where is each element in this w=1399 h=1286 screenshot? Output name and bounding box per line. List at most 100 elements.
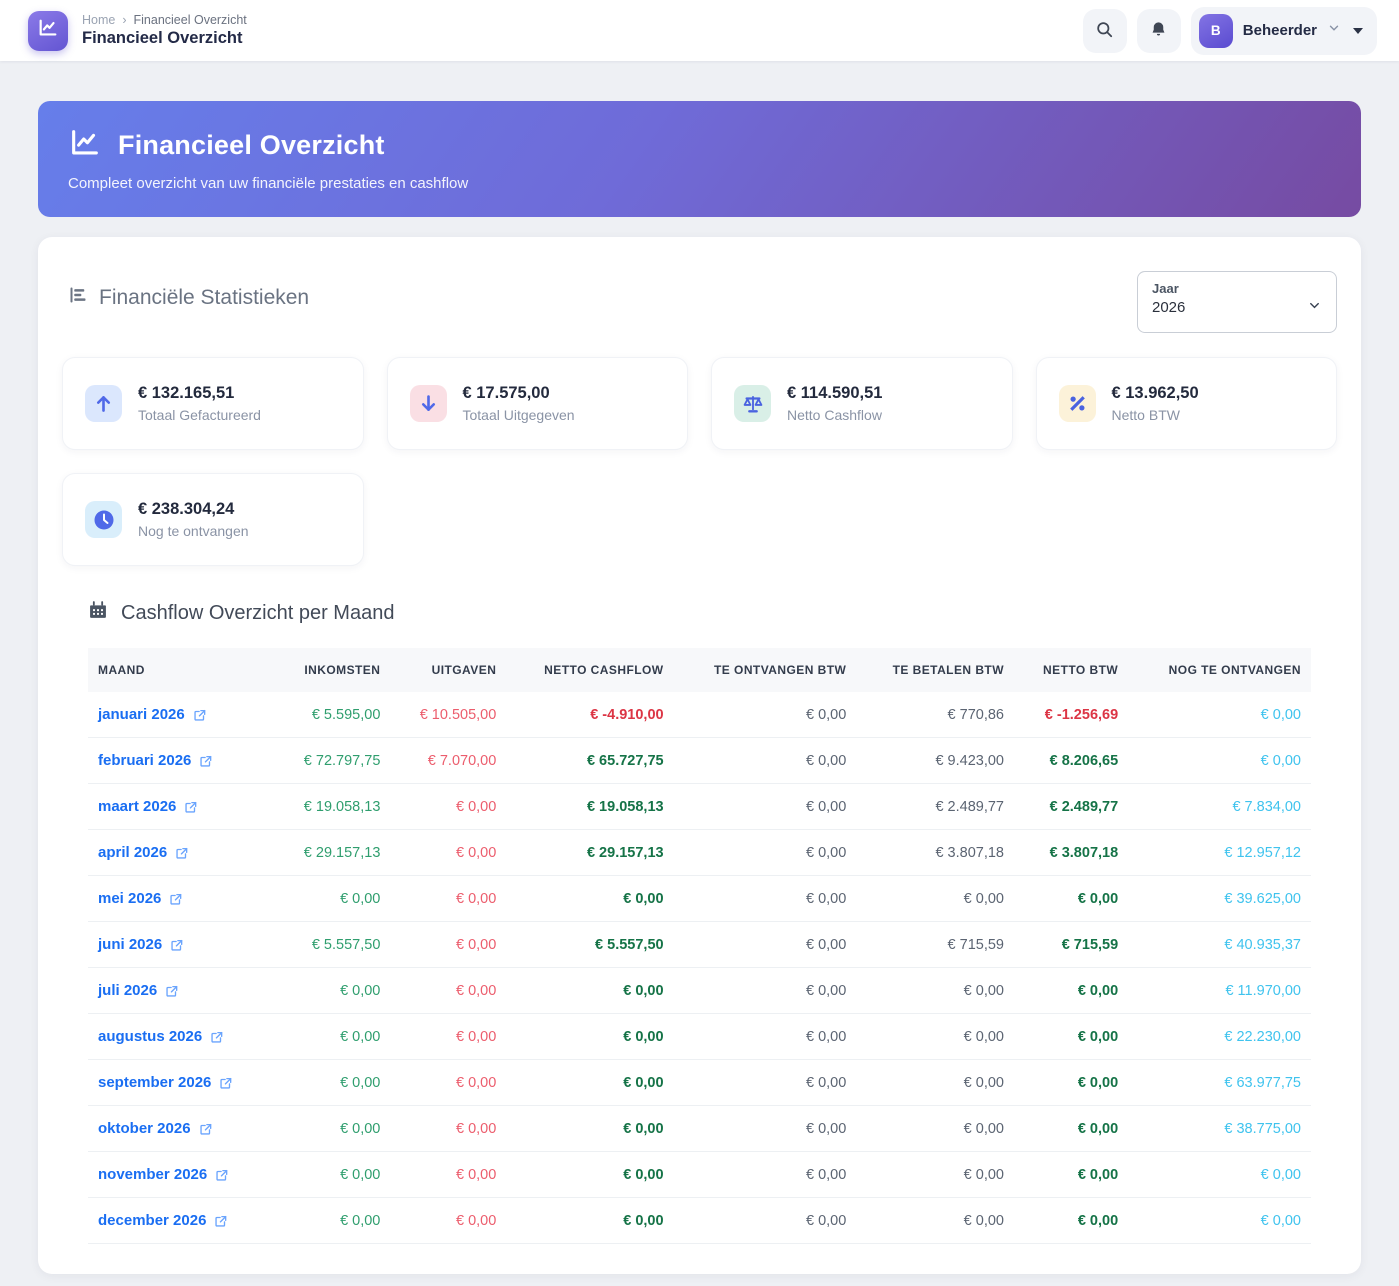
cell-netto-btw: € 715,59 <box>1014 922 1128 968</box>
cell-uitgaven: € 0,00 <box>390 876 506 922</box>
column-header: Te Betalen BTW <box>856 648 1014 692</box>
stat-card-netto-cashflow: € 114.590,51 Netto Cashflow <box>711 357 1013 450</box>
cell-nog-te-ontvangen: € 40.935,37 <box>1128 922 1311 968</box>
external-link-icon <box>175 846 189 860</box>
table-row: april 2026€ 29.157,13€ 0,00€ 29.157,13€ … <box>88 830 1311 876</box>
stat-label: Totaal Gefactureerd <box>138 407 261 423</box>
user-menu[interactable]: B Beheerder <box>1191 7 1377 55</box>
cell-maand: mei 2026 <box>88 876 274 922</box>
cell-uitgaven: € 0,00 <box>390 1152 506 1198</box>
month-link[interactable]: september 2026 <box>98 1074 233 1091</box>
banner-subtitle: Compleet overzicht van uw financiële pre… <box>68 175 1331 192</box>
top-navbar: Home › Financieel Overzicht Financieel O… <box>0 0 1399 61</box>
table-row: juli 2026€ 0,00€ 0,00€ 0,00€ 0,00€ 0,00€… <box>88 968 1311 1014</box>
cell-netto-cashflow: € 19.058,13 <box>506 784 673 830</box>
scale-icon <box>734 385 771 422</box>
month-link[interactable]: oktober 2026 <box>98 1120 213 1137</box>
month-link-label: december 2026 <box>98 1212 206 1229</box>
cell-nog-te-ontvangen: € 22.230,00 <box>1128 1014 1311 1060</box>
cell-netto-cashflow: € 0,00 <box>506 1106 673 1152</box>
cell-te-ontvangen-btw: € 0,00 <box>674 1014 857 1060</box>
month-link-label: oktober 2026 <box>98 1120 191 1137</box>
breadcrumb-home[interactable]: Home <box>82 13 115 27</box>
stat-label: Nog te ontvangen <box>138 523 249 539</box>
stats-heading: Financiële Statistieken <box>62 271 309 311</box>
month-link[interactable]: november 2026 <box>98 1166 229 1183</box>
chart-line-icon <box>37 17 59 44</box>
month-link[interactable]: augustus 2026 <box>98 1028 224 1045</box>
cell-te-betalen-btw: € 0,00 <box>856 876 1014 922</box>
cell-netto-btw: € 0,00 <box>1014 1152 1128 1198</box>
cell-maand: februari 2026 <box>88 738 274 784</box>
cell-uitgaven: € 7.070,00 <box>390 738 506 784</box>
cell-inkomsten: € 0,00 <box>274 1106 390 1152</box>
external-link-icon <box>199 1122 213 1136</box>
cell-netto-btw: € 2.489,77 <box>1014 784 1128 830</box>
month-link[interactable]: juli 2026 <box>98 982 179 999</box>
cell-inkomsten: € 0,00 <box>274 1152 390 1198</box>
cell-inkomsten: € 5.595,00 <box>274 692 390 738</box>
cell-inkomsten: € 0,00 <box>274 1060 390 1106</box>
cell-nog-te-ontvangen: € 63.977,75 <box>1128 1060 1311 1106</box>
cell-netto-cashflow: € 0,00 <box>506 1014 673 1060</box>
stat-value: € 238.304,24 <box>138 500 249 519</box>
cell-maand: augustus 2026 <box>88 1014 274 1060</box>
cell-maand: oktober 2026 <box>88 1106 274 1152</box>
cell-maand: april 2026 <box>88 830 274 876</box>
cell-uitgaven: € 0,00 <box>390 1060 506 1106</box>
month-link[interactable]: december 2026 <box>98 1212 228 1229</box>
cell-uitgaven: € 0,00 <box>390 1198 506 1244</box>
cell-maand: januari 2026 <box>88 692 274 738</box>
column-header: Uitgaven <box>390 648 506 692</box>
year-select-value: 2026 <box>1152 299 1322 316</box>
month-link[interactable]: maart 2026 <box>98 798 198 815</box>
cell-te-ontvangen-btw: € 0,00 <box>674 1198 857 1244</box>
month-link-label: maart 2026 <box>98 798 176 815</box>
month-link[interactable]: januari 2026 <box>98 706 207 723</box>
cell-netto-cashflow: € -4.910,00 <box>506 692 673 738</box>
year-select[interactable]: Jaar 2026 <box>1137 271 1337 333</box>
cell-inkomsten: € 29.157,13 <box>274 830 390 876</box>
stat-card-totaal-uitgegeven: € 17.575,00 Totaal Uitgegeven <box>387 357 689 450</box>
cashflow-table-body: januari 2026 € 5.595,00€ 10.505,00€ -4.91… <box>88 692 1311 1244</box>
notifications-button[interactable] <box>1137 9 1181 53</box>
cell-uitgaven: € 0,00 <box>390 1106 506 1152</box>
banner-title: Financieel Overzicht <box>118 130 385 161</box>
cell-uitgaven: € 10.505,00 <box>390 692 506 738</box>
cell-te-ontvangen-btw: € 0,00 <box>674 784 857 830</box>
month-link-label: augustus 2026 <box>98 1028 202 1045</box>
cell-nog-te-ontvangen: € 0,00 <box>1128 692 1311 738</box>
cell-nog-te-ontvangen: € 0,00 <box>1128 1152 1311 1198</box>
column-header: Netto Cashflow <box>506 648 673 692</box>
month-link-label: januari 2026 <box>98 706 185 723</box>
arrow-down-icon <box>410 385 447 422</box>
search-button[interactable] <box>1083 9 1127 53</box>
stat-label: Netto BTW <box>1112 407 1199 423</box>
cell-uitgaven: € 0,00 <box>390 1014 506 1060</box>
month-link[interactable]: februari 2026 <box>98 752 213 769</box>
table-row: september 2026€ 0,00€ 0,00€ 0,00€ 0,00€ … <box>88 1060 1311 1106</box>
cell-nog-te-ontvangen: € 0,00 <box>1128 1198 1311 1244</box>
cell-maand: december 2026 <box>88 1198 274 1244</box>
month-link[interactable]: april 2026 <box>98 844 189 861</box>
cashflow-table: MaandInkomstenUitgavenNetto CashflowTe O… <box>88 648 1311 1244</box>
cell-nog-te-ontvangen: € 38.775,00 <box>1128 1106 1311 1152</box>
cell-netto-btw: € 0,00 <box>1014 1014 1128 1060</box>
cell-netto-btw: € 0,00 <box>1014 1106 1128 1152</box>
month-link[interactable]: juni 2026 <box>98 936 184 953</box>
month-link-label: juli 2026 <box>98 982 157 999</box>
cell-nog-te-ontvangen: € 11.970,00 <box>1128 968 1311 1014</box>
cell-uitgaven: € 0,00 <box>390 968 506 1014</box>
stat-value: € 13.962,50 <box>1112 384 1199 403</box>
cell-te-ontvangen-btw: € 0,00 <box>674 1106 857 1152</box>
cell-netto-btw: € 0,00 <box>1014 1060 1128 1106</box>
cell-nog-te-ontvangen: € 0,00 <box>1128 738 1311 784</box>
app-logo[interactable] <box>28 11 68 51</box>
stat-value: € 114.590,51 <box>787 384 882 403</box>
cell-maand: september 2026 <box>88 1060 274 1106</box>
column-header: Nog Te Ontvangen <box>1128 648 1311 692</box>
month-link[interactable]: mei 2026 <box>98 890 183 907</box>
cell-te-betalen-btw: € 0,00 <box>856 1198 1014 1244</box>
cell-te-betalen-btw: € 0,00 <box>856 1106 1014 1152</box>
cell-netto-cashflow: € 0,00 <box>506 1060 673 1106</box>
